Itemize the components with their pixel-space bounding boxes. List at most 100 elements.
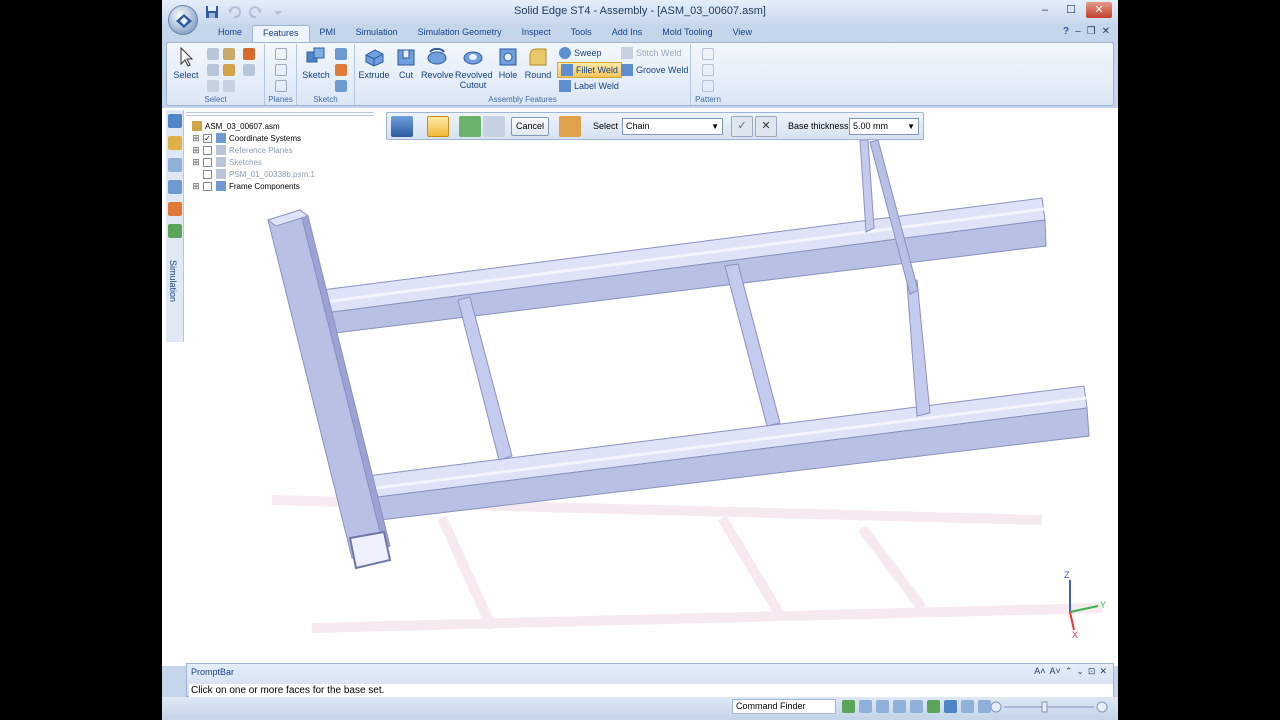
- prompt-bar-control-0[interactable]: A˄: [1034, 666, 1045, 677]
- prompt-bar-control-5[interactable]: ✕: [1099, 666, 1107, 677]
- plane-icon[interactable]: [275, 48, 287, 60]
- accept-step-icon[interactable]: [427, 116, 449, 137]
- tree-expander-icon[interactable]: ⊞: [192, 181, 200, 192]
- prompt-bar-control-1[interactable]: A˅: [1050, 666, 1061, 677]
- select-grid-icon[interactable]: [243, 48, 255, 60]
- tree-item[interactable]: PSM_01_00338b.psm:1: [192, 168, 392, 180]
- select-dropdown[interactable]: Chain ▼: [622, 118, 723, 135]
- fit-icon[interactable]: [893, 700, 906, 713]
- select-highlight-icon[interactable]: [243, 64, 255, 76]
- label-weld-button[interactable]: Label Weld: [559, 80, 619, 92]
- groove-weld-button[interactable]: Groove Weld: [621, 64, 688, 76]
- stitch-weld-button[interactable]: Stitch Weld: [621, 47, 681, 59]
- tree-checkbox[interactable]: [203, 169, 212, 179]
- finish-icon[interactable]: [483, 116, 505, 137]
- tree-checkbox[interactable]: [203, 181, 212, 191]
- zoom-icon[interactable]: [876, 700, 889, 713]
- back-rail[interactable]: [321, 197, 1047, 335]
- maximize-button[interactable]: ☐: [1060, 2, 1082, 18]
- tab-home[interactable]: Home: [208, 25, 252, 42]
- view-triad[interactable]: Z Y X: [1048, 568, 1108, 640]
- shading-icon[interactable]: [961, 700, 974, 713]
- weld-options-icon[interactable]: [559, 116, 581, 137]
- base-thickness-dropdown[interactable]: 5.00 mm ▼: [849, 118, 919, 135]
- plane-angle-icon[interactable]: [275, 80, 287, 92]
- sketch-button[interactable]: Sketch: [301, 46, 331, 80]
- application-button[interactable]: [168, 5, 198, 35]
- help-icon[interactable]: ?: [1063, 26, 1069, 37]
- tree-expander-icon[interactable]: ⊞: [192, 157, 200, 168]
- tree-checkbox[interactable]: [203, 157, 212, 167]
- round-button[interactable]: Round: [523, 46, 553, 80]
- tab-tools[interactable]: Tools: [561, 25, 602, 42]
- refresh-icon[interactable]: [842, 700, 855, 713]
- tab-view[interactable]: View: [723, 25, 762, 42]
- tab-simulation[interactable]: Simulation: [346, 25, 408, 42]
- doc-minimize-button[interactable]: –: [1075, 26, 1081, 37]
- sketch-project-icon[interactable]: [335, 80, 347, 92]
- base-face-step-icon[interactable]: [391, 116, 413, 137]
- pattern-mirror-icon[interactable]: [702, 64, 714, 76]
- reject-icon[interactable]: ✕: [755, 116, 777, 137]
- select-zone-icon[interactable]: [207, 64, 219, 76]
- cut-button[interactable]: Cut: [393, 46, 419, 80]
- tree-splitter[interactable]: [186, 112, 374, 116]
- select-options-icon[interactable]: [207, 80, 219, 92]
- tree-item[interactable]: ⊞ Frame Components: [192, 180, 392, 192]
- hole-button[interactable]: Hole: [495, 46, 521, 80]
- fillet-weld-button[interactable]: Fillet Weld: [557, 62, 622, 78]
- layers-tab-icon[interactable]: [168, 136, 182, 150]
- family-tab-icon[interactable]: [168, 202, 182, 216]
- prompt-bar-control-2[interactable]: ⌃: [1065, 666, 1073, 677]
- select-more-icon[interactable]: [223, 80, 235, 92]
- prompt-bar-control-4[interactable]: ⊡: [1088, 666, 1096, 677]
- pattern-duplicate-icon[interactable]: [702, 80, 714, 92]
- sketch-edit-icon[interactable]: [335, 48, 347, 60]
- revolved-cutout-button[interactable]: Revolved Cutout: [455, 46, 493, 90]
- select-tool-icon[interactable]: [207, 48, 219, 60]
- features-tab-icon[interactable]: [168, 180, 182, 194]
- options-icon[interactable]: [459, 116, 481, 137]
- tab-simulation-geometry[interactable]: Simulation Geometry: [408, 25, 512, 42]
- tree-expander-icon[interactable]: ⊞: [192, 145, 200, 156]
- pan-icon[interactable]: [910, 700, 923, 713]
- tree-item[interactable]: ⊞ Reference Planes: [192, 144, 392, 156]
- extrude-button[interactable]: Extrude: [357, 46, 391, 80]
- tree-item[interactable]: ⊞ ✓ Coordinate Systems: [192, 132, 392, 144]
- rotate-icon[interactable]: [927, 700, 940, 713]
- doc-close-button[interactable]: ✕: [1102, 26, 1110, 37]
- select-button[interactable]: Select: [171, 46, 201, 80]
- pattern-icon[interactable]: [702, 48, 714, 60]
- zoom-slider[interactable]: [990, 701, 1110, 713]
- left-post[interactable]: [266, 208, 392, 570]
- accept-icon[interactable]: ✓: [731, 116, 753, 137]
- select-filter-icon[interactable]: [223, 48, 235, 60]
- sketch-curve-icon[interactable]: [335, 64, 347, 76]
- command-finder-input[interactable]: Command Finder: [732, 699, 836, 714]
- simulation-tab-label[interactable]: Simulation: [168, 260, 178, 302]
- tab-mold-tooling[interactable]: Mold Tooling: [652, 25, 722, 42]
- prompt-bar-control-3[interactable]: ⌄: [1076, 666, 1084, 677]
- tree-checkbox[interactable]: ✓: [203, 133, 212, 143]
- pathfinder-tab-icon[interactable]: [168, 114, 182, 128]
- minimize-button[interactable]: –: [1034, 2, 1056, 18]
- simulation-tab-icon[interactable]: [168, 224, 182, 238]
- zoom-area-icon[interactable]: [859, 700, 872, 713]
- sweep-button[interactable]: Sweep: [559, 47, 602, 59]
- front-rail[interactable]: [366, 385, 1090, 522]
- close-button[interactable]: ✕: [1086, 2, 1112, 18]
- tree-item[interactable]: ⊞ Sketches: [192, 156, 392, 168]
- tab-inspect[interactable]: Inspect: [512, 25, 561, 42]
- revolve-button[interactable]: Revolve: [421, 46, 454, 80]
- view-orient-icon[interactable]: [944, 700, 957, 713]
- tab-features[interactable]: Features: [252, 25, 310, 42]
- tab-add-ins[interactable]: Add Ins: [602, 25, 653, 42]
- tree-root[interactable]: ASM_03_00607.asm: [192, 120, 392, 132]
- tree-checkbox[interactable]: [203, 145, 212, 155]
- library-tab-icon[interactable]: [168, 158, 182, 172]
- tree-expander-icon[interactable]: ⊞: [192, 133, 200, 144]
- select-lock-icon[interactable]: [223, 64, 235, 76]
- cancel-button[interactable]: Cancel: [511, 117, 549, 136]
- doc-restore-button[interactable]: ❐: [1087, 26, 1096, 37]
- plane-parallel-icon[interactable]: [275, 64, 287, 76]
